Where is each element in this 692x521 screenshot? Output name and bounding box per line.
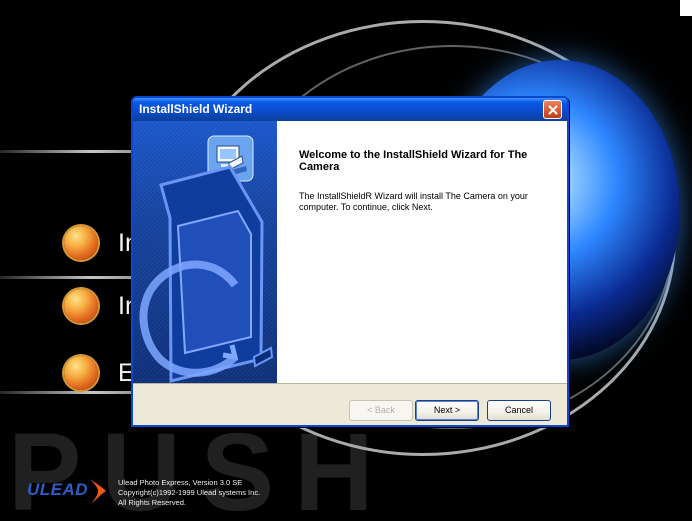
- copyright-line-2: Copyright(c)1992-1999 Ulead systems Inc.: [118, 488, 261, 497]
- top-caption-text: [680, 0, 692, 16]
- welcome-body-text: The InstallShieldR Wizard will install T…: [299, 191, 528, 212]
- wizard-side-panel: [133, 121, 277, 383]
- wizard-button-bar: < Back Next > Cancel: [133, 383, 567, 425]
- cancel-button[interactable]: Cancel: [487, 400, 551, 421]
- dialog-title: InstallShield Wizard: [139, 102, 253, 116]
- close-icon: [548, 105, 558, 115]
- back-button[interactable]: < Back: [349, 400, 413, 421]
- menu-bullet-icon: [64, 356, 98, 390]
- installshield-dialog: InstallShield Wizard Welcome to the Inst…: [131, 96, 569, 427]
- dialog-title-bar[interactable]: InstallShield Wizard: [133, 98, 567, 121]
- close-button[interactable]: [543, 100, 562, 119]
- copyright-line-1: Ulead Photo Express, Version 3.0 SE: [118, 478, 243, 487]
- logo-text: ULEAD: [27, 480, 89, 499]
- ulead-logo: ULEAD: [27, 474, 107, 512]
- menu-bullet-icon: [64, 226, 98, 260]
- wizard-content-panel: Welcome to the InstallShield Wizard for …: [277, 121, 567, 383]
- top-caption: [0, 0, 692, 16]
- computer-outline-graphic: [139, 165, 274, 383]
- swoosh-icon: [90, 479, 106, 504]
- copyright-line-3: All Rights Reserved.: [118, 498, 186, 507]
- next-button[interactable]: Next >: [415, 400, 479, 421]
- menu-bullet-icon: [64, 289, 98, 323]
- welcome-heading: Welcome to the InstallShield Wizard for …: [299, 149, 528, 173]
- copyright-block: Ulead Photo Express, Version 3.0 SE Copy…: [118, 478, 308, 508]
